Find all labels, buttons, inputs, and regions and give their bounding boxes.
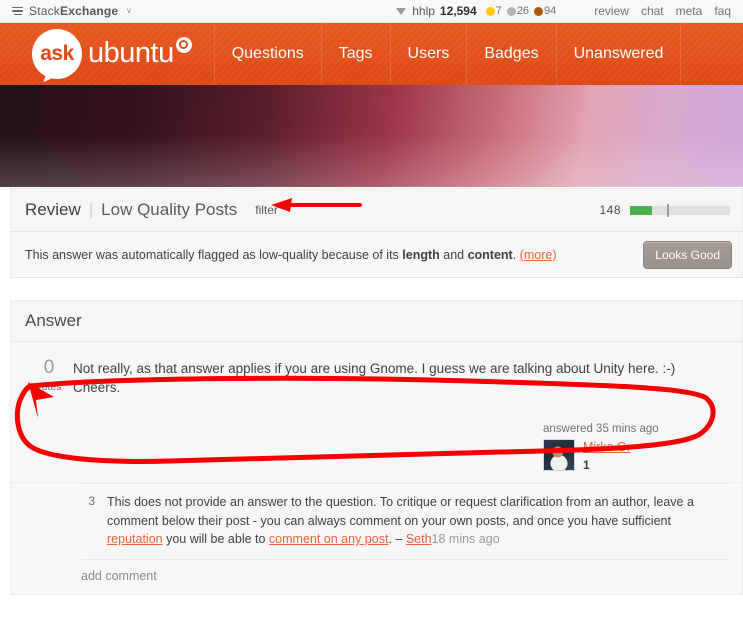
avatar[interactable] bbox=[543, 439, 575, 471]
flag-reason-content: content bbox=[467, 247, 513, 262]
flag-reason-length: length bbox=[402, 247, 440, 262]
answer-paragraph-1: Not really, as that answer applies if yo… bbox=[73, 361, 676, 376]
review-header: Review | Low Quality Posts filter 148 bbox=[10, 188, 743, 232]
review-progress-tick bbox=[667, 203, 669, 217]
bronze-badge-icon bbox=[534, 6, 543, 16]
ask-ubuntu-logo[interactable]: ask ubuntu bbox=[32, 23, 192, 85]
reviews-remaining-count: 148 bbox=[599, 203, 621, 217]
gold-badge-count: 7 bbox=[495, 5, 502, 17]
nav-tab-badges[interactable]: Badges bbox=[466, 23, 555, 85]
answer-paragraph-2: Cheers. bbox=[73, 380, 121, 395]
se-link-chat[interactable]: chat bbox=[641, 4, 664, 18]
flag-notice-bar: This answer was automatically flagged as… bbox=[10, 232, 743, 278]
main-content: Review | Low Quality Posts filter 148 Th… bbox=[10, 188, 743, 595]
nav-tab-questions[interactable]: Questions bbox=[213, 23, 321, 85]
review-progress-bar bbox=[630, 203, 730, 217]
review-queue-name: Low Quality Posts bbox=[101, 200, 238, 219]
review-progress-fill bbox=[630, 205, 652, 215]
stack-exchange-bar: StackExchange ˅ hhlp 12,594 7 26 94 revi… bbox=[0, 0, 743, 23]
flag-more-link[interactable]: (more) bbox=[520, 248, 557, 262]
inbox-caret-icon[interactable] bbox=[396, 7, 407, 15]
comment-author-link[interactable]: Seth bbox=[406, 532, 432, 546]
answerer-reputation: 1 bbox=[583, 458, 590, 472]
ubuntu-circle-of-friends-icon bbox=[175, 36, 192, 53]
vote-count: 0 bbox=[43, 357, 55, 378]
nav-tab-tags[interactable]: Tags bbox=[320, 23, 390, 85]
gold-badge-icon bbox=[485, 6, 495, 16]
answer-row: 0 votes Not really, as that answer appli… bbox=[25, 356, 728, 397]
se-user-summary[interactable]: hhlp 12,594 7 26 94 bbox=[396, 4, 560, 18]
comment-text: This does not provide an answer to the q… bbox=[107, 495, 694, 546]
vote-label: votes bbox=[36, 381, 62, 393]
bronze-badge-count: 94 bbox=[544, 5, 557, 17]
comment-timestamp: 18 mins ago bbox=[431, 532, 500, 546]
se-reputation: 12,594 bbox=[439, 4, 477, 18]
comments-list: 3 This does not provide an answer to the… bbox=[10, 483, 743, 595]
silver-badge-icon bbox=[506, 6, 516, 16]
se-network-label: StackExchange bbox=[29, 4, 119, 18]
se-username[interactable]: hhlp bbox=[412, 4, 435, 18]
silver-badge-count: 26 bbox=[516, 5, 529, 17]
comment-author-dash: – bbox=[395, 532, 406, 546]
logo-wordmark: ubuntu bbox=[88, 36, 192, 70]
stack-lines-icon bbox=[12, 6, 23, 16]
comment-link-reputation[interactable]: reputation bbox=[107, 532, 163, 546]
se-link-faq[interactable]: faq bbox=[714, 4, 731, 18]
answer-body: 0 votes Not really, as that answer appli… bbox=[10, 342, 743, 483]
site-navigation-bar: ask ubuntu Questions Tags Users Badges U… bbox=[0, 23, 743, 85]
nav-tab-users[interactable]: Users bbox=[389, 23, 467, 85]
se-network-menu[interactable]: StackExchange ˅ bbox=[12, 4, 132, 18]
logo-ask-text: ask bbox=[40, 42, 74, 65]
comment-item: 3 This does not provide an answer to the… bbox=[81, 483, 728, 559]
review-progress-group: 148 bbox=[599, 203, 730, 217]
answerer-user-card: answered 35 mins ago Mirko G. 1 bbox=[543, 423, 728, 472]
user-card-details: Mirko G. 1 bbox=[583, 439, 630, 472]
badge-gold-group: 7 26 94 bbox=[485, 5, 561, 17]
comment-link-comment-on-any-post[interactable]: comment on any post bbox=[269, 532, 389, 546]
review-title: Review bbox=[25, 200, 81, 219]
review-title-divider: | bbox=[88, 200, 94, 219]
answer-timestamp: answered 35 mins ago bbox=[543, 423, 659, 435]
answer-section-header: Answer bbox=[10, 300, 743, 342]
answerer-name-link[interactable]: Mirko G. bbox=[583, 440, 630, 454]
flag-notice-text: This answer was automatically flagged as… bbox=[25, 247, 557, 262]
nav-tabs: Questions Tags Users Badges Unanswered bbox=[213, 23, 682, 85]
se-bar-links: review chat meta faq bbox=[594, 4, 731, 18]
se-link-review[interactable]: review bbox=[594, 4, 629, 18]
hero-banner-image bbox=[0, 85, 743, 187]
logo-speech-bubble: ask bbox=[32, 29, 82, 79]
filter-link[interactable]: filter bbox=[255, 203, 278, 217]
user-card-row: Mirko G. 1 bbox=[543, 439, 728, 472]
nav-tab-unanswered[interactable]: Unanswered bbox=[555, 23, 682, 85]
answer-text: Not really, as that answer applies if yo… bbox=[73, 356, 675, 397]
se-link-meta[interactable]: meta bbox=[676, 4, 703, 18]
answer-meta: answered 35 mins ago Mirko G. 1 bbox=[25, 423, 728, 472]
comment-score: 3 bbox=[88, 494, 95, 508]
vote-box: 0 votes bbox=[25, 356, 73, 397]
chevron-down-icon: ˅ bbox=[126, 6, 132, 16]
looks-good-button[interactable]: Looks Good bbox=[643, 240, 732, 269]
add-comment-link[interactable]: add comment bbox=[81, 558, 728, 594]
